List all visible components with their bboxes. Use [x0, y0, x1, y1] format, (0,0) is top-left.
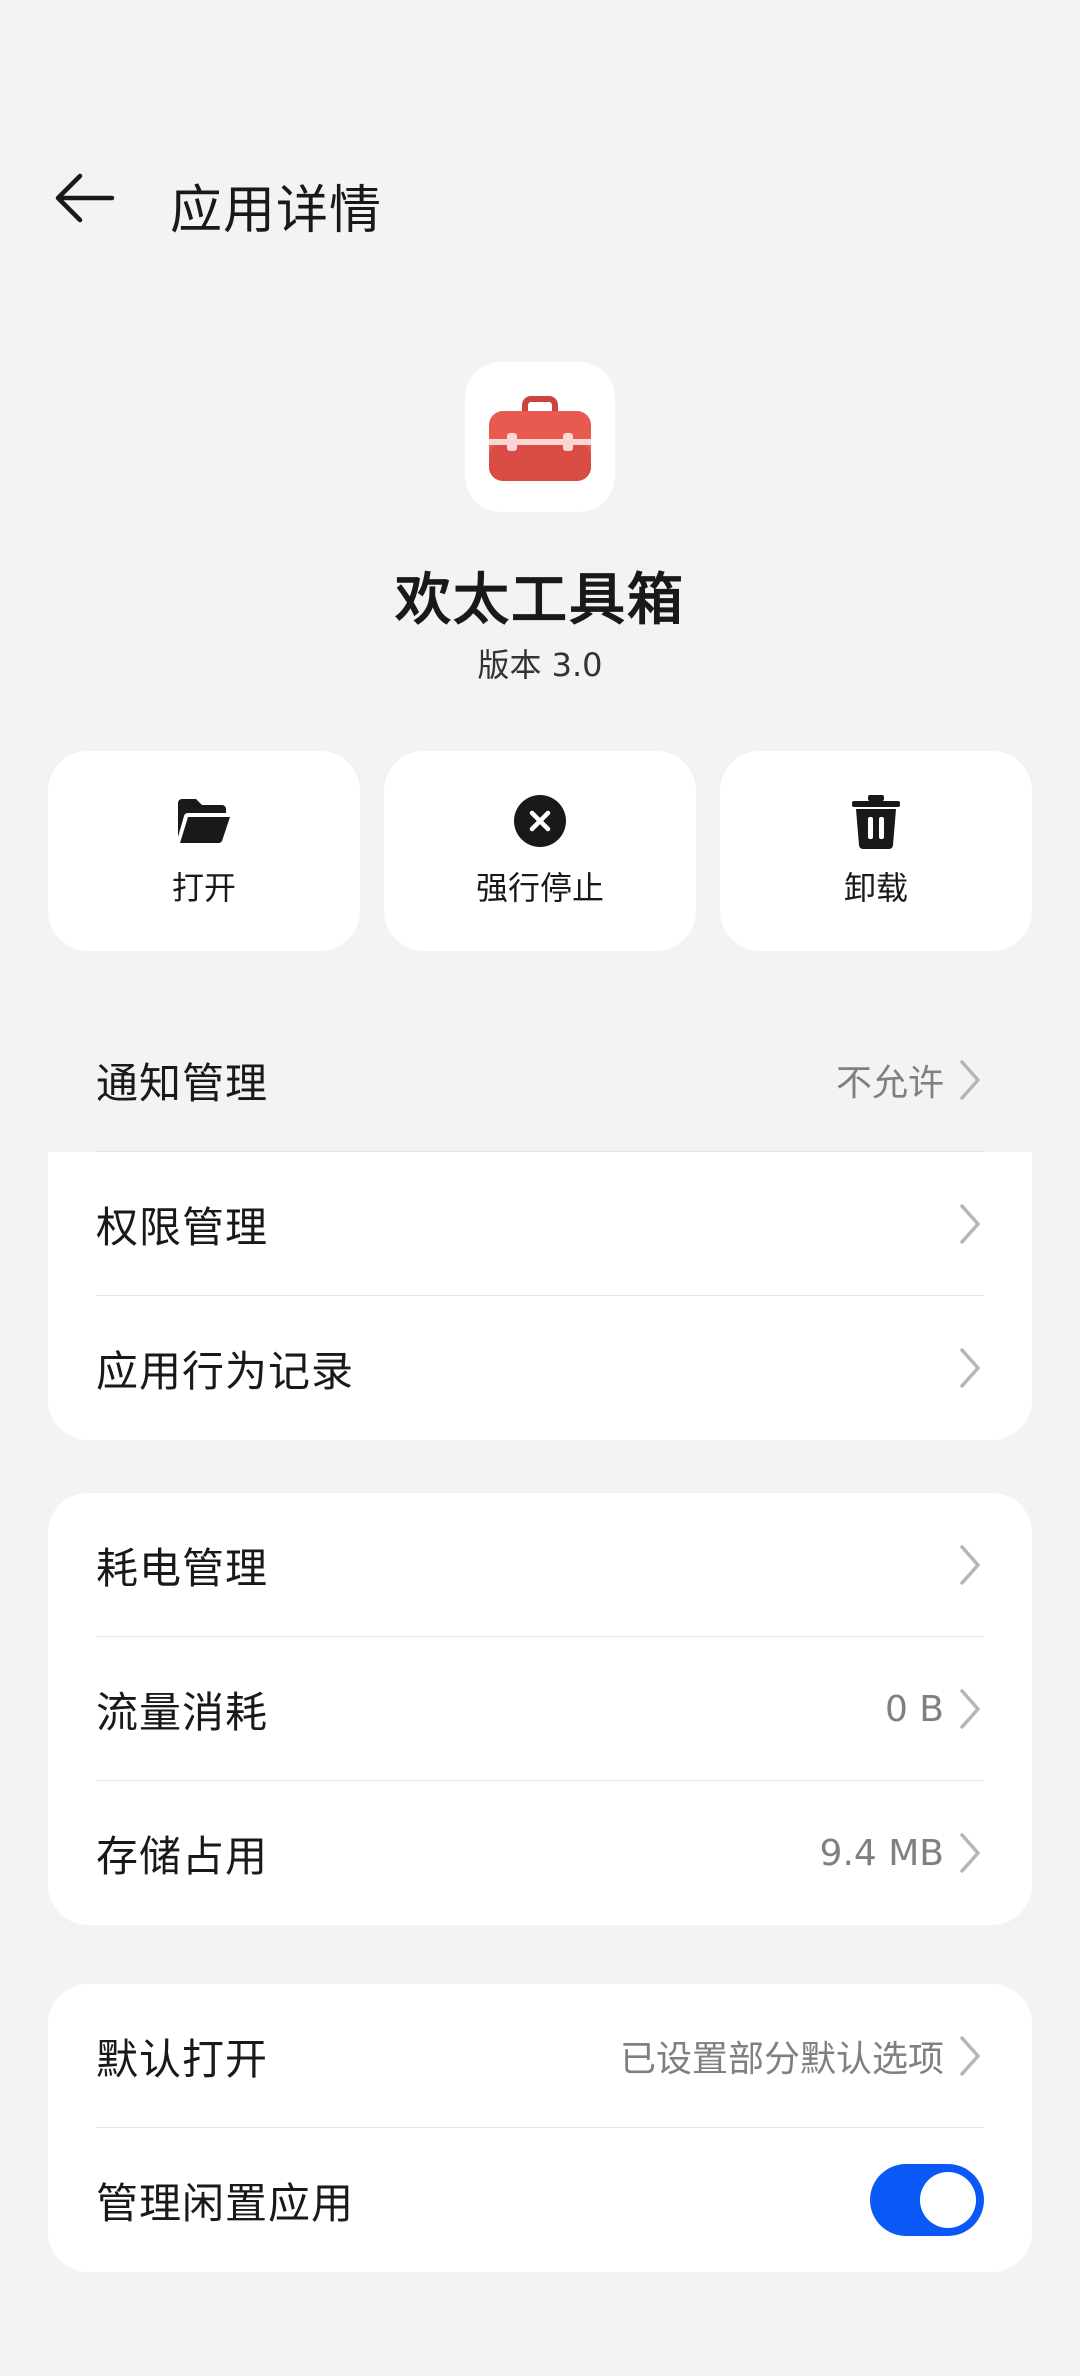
- row-value: 9.4 MB: [819, 1832, 944, 1874]
- manage-idle-apps-item: 管理闲置应用: [48, 2128, 1032, 2272]
- settings-group-usage: 耗电管理 流量消耗 0 B 存储占用 9.4 MB: [48, 1493, 1032, 1925]
- uninstall-button[interactable]: 卸载: [720, 751, 1032, 951]
- notification-management-item[interactable]: 通知管理 不允许: [48, 1008, 1032, 1152]
- battery-management-item[interactable]: 耗电管理: [48, 1493, 1032, 1637]
- app-version: 版本 3.0: [477, 646, 603, 684]
- row-label: 权限管理: [96, 1202, 269, 1252]
- close-circle-icon: [514, 795, 566, 847]
- chevron-right-icon: [956, 1541, 984, 1589]
- storage-usage-item[interactable]: 存储占用 9.4 MB: [48, 1781, 1032, 1925]
- arrow-left-icon: [55, 173, 115, 223]
- uninstall-label: 卸载: [843, 869, 908, 907]
- chevron-right-icon: [956, 1829, 984, 1877]
- row-value: 0 B: [884, 1688, 944, 1730]
- row-label: 通知管理: [96, 1058, 269, 1108]
- page-title: 应用详情: [170, 181, 383, 241]
- default-open-item[interactable]: 默认打开 已设置部分默认选项: [48, 1984, 1032, 2128]
- chevron-right-icon: [956, 2032, 984, 2080]
- title-bar: 应用详情: [0, 150, 1080, 250]
- data-usage-item[interactable]: 流量消耗 0 B: [48, 1637, 1032, 1781]
- settings-group-permissions: 通知管理 不允许 权限管理 应用行为记录: [48, 1008, 1032, 1440]
- settings-group-defaults: 默认打开 已设置部分默认选项 管理闲置应用: [48, 1984, 1032, 2272]
- row-label: 默认打开: [96, 2034, 269, 2084]
- row-value: 已设置部分默认选项: [619, 2039, 944, 2080]
- app-icon: [465, 362, 615, 512]
- chevron-right-icon: [956, 1200, 984, 1248]
- app-behavior-record-item[interactable]: 应用行为记录: [48, 1296, 1032, 1440]
- open-label: 打开: [171, 869, 236, 907]
- row-label: 存储占用: [96, 1831, 269, 1881]
- force-stop-button[interactable]: 强行停止: [384, 751, 696, 951]
- open-button[interactable]: 打开: [48, 751, 360, 951]
- back-button[interactable]: [44, 162, 124, 234]
- permission-management-item[interactable]: 权限管理: [48, 1152, 1032, 1296]
- toggle-knob: [920, 2172, 976, 2228]
- idle-apps-toggle[interactable]: [870, 2164, 984, 2236]
- row-value: 不允许: [835, 1063, 944, 1104]
- chevron-right-icon: [956, 1056, 984, 1104]
- row-label: 耗电管理: [96, 1543, 269, 1593]
- app-name: 欢太工具箱: [395, 568, 685, 633]
- row-label: 管理闲置应用: [96, 2178, 355, 2228]
- toolbox-icon: [489, 396, 591, 481]
- action-buttons: 打开 强行停止 卸载: [48, 751, 1032, 951]
- row-label: 流量消耗: [96, 1687, 269, 1737]
- row-label: 应用行为记录: [96, 1346, 355, 1396]
- trash-icon: [852, 795, 900, 849]
- chevron-right-icon: [956, 1685, 984, 1733]
- force-stop-label: 强行停止: [475, 869, 604, 907]
- chevron-right-icon: [956, 1344, 984, 1392]
- folder-open-icon: [178, 799, 230, 844]
